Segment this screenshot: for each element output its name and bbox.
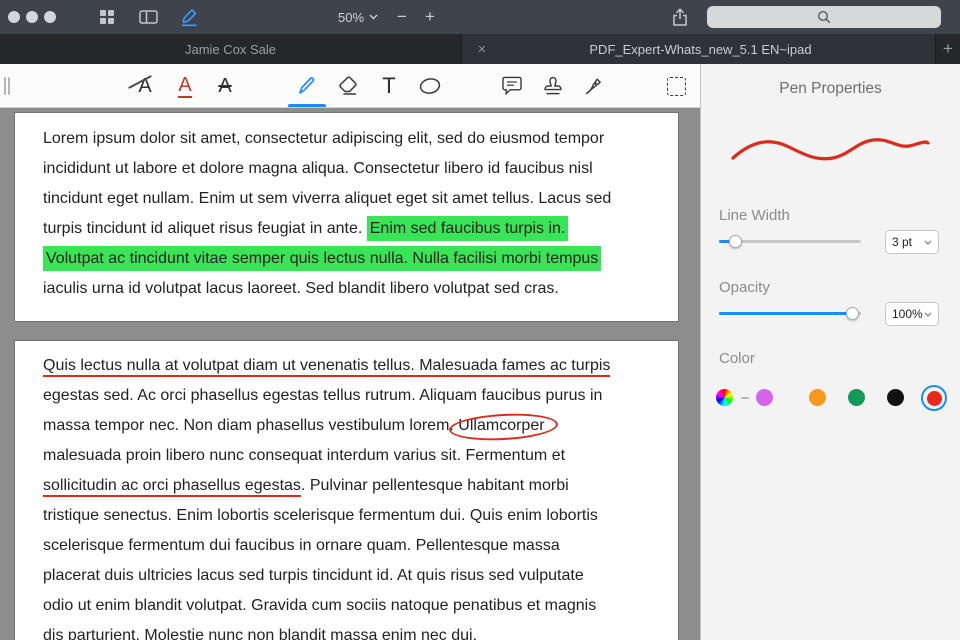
panel-title: Pen Properties (701, 80, 960, 98)
custom-color-swatch[interactable] (716, 389, 733, 406)
highlight-annotation: Volutpat ac tincidunt vitae semper quis … (43, 246, 601, 271)
chevron-down-icon (924, 312, 932, 317)
tab-close-icon[interactable]: ✕ (474, 43, 490, 56)
tab-pdf-expert-whats-new[interactable]: ✕ PDF_Expert-Whats_new_5.1 EN~ipad (462, 34, 936, 64)
eraser-tool-icon[interactable] (333, 71, 363, 101)
color-label: Color (719, 350, 755, 367)
text-line: tristique senectus. Enim lobortis sceler… (43, 501, 650, 531)
text-line: tincidunt eget nullam. Enim ut sem viver… (43, 184, 650, 214)
comment-tool-icon[interactable] (497, 71, 527, 101)
purple-swatch[interactable] (756, 389, 773, 406)
swatch-divider (741, 397, 749, 399)
tab-label: Jamie Cox Sale (185, 42, 276, 57)
zoom-in-button[interactable]: + (418, 5, 442, 29)
annotate-pen-icon[interactable] (177, 7, 201, 27)
zoom-out-button[interactable]: − (390, 5, 414, 29)
signature-tool-icon[interactable] (579, 71, 609, 101)
tab-label: PDF_Expert-Whats_new_5.1 EN~ipad (490, 42, 911, 57)
annotation-toolbar: A A A T (0, 64, 700, 108)
opacity-slider-knob[interactable] (846, 307, 859, 320)
highlight-annotation: Enim sed faucibus turpis in. (367, 216, 569, 241)
stamp-tool-icon[interactable] (538, 71, 568, 101)
text-line: placerat duis ultricies lacus sed turpis… (43, 561, 650, 591)
pen-underline-annotation: Quis lectus nulla at volutpat diam ut ve… (43, 357, 610, 377)
text-line: sollicitudin ac orci phasellus egestas. … (43, 471, 650, 501)
new-tab-button[interactable]: + (936, 34, 960, 64)
pen-properties-panel: Pen Properties Line Width 3 pt Opacity 1… (700, 64, 960, 640)
chevron-down-icon (369, 14, 378, 20)
sidebar-toggle-icon[interactable] (136, 7, 160, 27)
search-input[interactable] (707, 6, 941, 28)
green-swatch[interactable] (848, 389, 865, 406)
sidebar-drag-handle[interactable] (4, 77, 6, 95)
text-line: egestas sed. Ac orci phasellus egestas t… (43, 381, 650, 411)
sidebar-drag-handle[interactable] (8, 77, 10, 95)
chevron-down-icon (924, 240, 932, 245)
pen-underline-annotation: sollicitudin ac orci phasellus egestas (43, 477, 301, 497)
share-icon[interactable] (668, 7, 692, 27)
close-window-button[interactable] (8, 11, 20, 23)
thumbnails-grid-icon[interactable] (95, 7, 119, 27)
text-line: Volutpat ac tincidunt vitae semper quis … (43, 244, 650, 274)
black-swatch[interactable] (887, 389, 904, 406)
text-line: malesuada proin libero nunc consequat in… (43, 441, 650, 471)
pdf-expert-window: 50% − + Jamie Cox Sale ✕ PDF_Expert-What… (0, 0, 960, 640)
line-width-slider[interactable] (719, 240, 861, 243)
color-swatches (701, 384, 960, 412)
page-1: Lorem ipsum dolor sit amet, consectetur … (14, 112, 679, 322)
text-style-tool-icon[interactable]: A (130, 71, 160, 101)
text-line: iaculis urna id volutpat lacus laoreet. … (43, 274, 650, 304)
text-tool-icon[interactable]: T (374, 71, 404, 101)
text-line: turpis tincidunt id aliquet risus feugia… (43, 214, 650, 244)
orange-swatch[interactable] (809, 389, 826, 406)
opacity-slider[interactable] (719, 312, 861, 315)
shapes-tool-icon[interactable] (415, 71, 445, 101)
minimize-window-button[interactable] (26, 11, 38, 23)
zoom-window-button[interactable] (44, 11, 56, 23)
document-area[interactable]: Lorem ipsum dolor sit amet, consectetur … (0, 109, 700, 640)
text-line: dis parturient. Molestie nunc non blandi… (43, 621, 650, 640)
pen-circle-annotation: Ullamcorper (458, 417, 544, 434)
line-width-label: Line Width (719, 207, 790, 224)
text-line: massa tempor nec. Non diam phasellus ves… (43, 411, 650, 441)
line-width-slider-knob[interactable] (729, 235, 742, 248)
tab-jamie-cox-sale[interactable]: Jamie Cox Sale (0, 34, 462, 64)
underline-tool-icon[interactable]: A (170, 71, 200, 101)
text-line: incididunt ut labore et dolore magna ali… (43, 154, 650, 184)
page-2: Quis lectus nulla at volutpat diam ut ve… (14, 340, 679, 640)
text-line: Quis lectus nulla at volutpat diam ut ve… (43, 351, 650, 381)
selected-tool-indicator (288, 104, 326, 107)
titlebar: 50% − + (0, 0, 960, 34)
zoom-level-control[interactable]: 50% (338, 8, 378, 26)
zoom-level-value: 50% (338, 10, 364, 25)
text-line: odio ut enim blandit volutpat. Gravida c… (43, 591, 650, 621)
red-swatch-selected[interactable] (921, 385, 947, 411)
search-icon (817, 10, 831, 24)
text-line: Lorem ipsum dolor sit amet, consectetur … (43, 124, 650, 154)
select-tool-icon[interactable] (661, 71, 691, 101)
opacity-label: Opacity (719, 279, 770, 296)
text-line: scelerisque fermentum dui faucibus in or… (43, 531, 650, 561)
line-width-select[interactable]: 3 pt (885, 230, 939, 254)
tab-bar: Jamie Cox Sale ✕ PDF_Expert-Whats_new_5.… (0, 34, 960, 64)
strikeout-tool-icon[interactable]: A (210, 71, 240, 101)
opacity-select[interactable]: 100% (885, 302, 939, 326)
pen-tool-icon[interactable] (292, 71, 322, 101)
pen-stroke-preview (729, 130, 933, 172)
